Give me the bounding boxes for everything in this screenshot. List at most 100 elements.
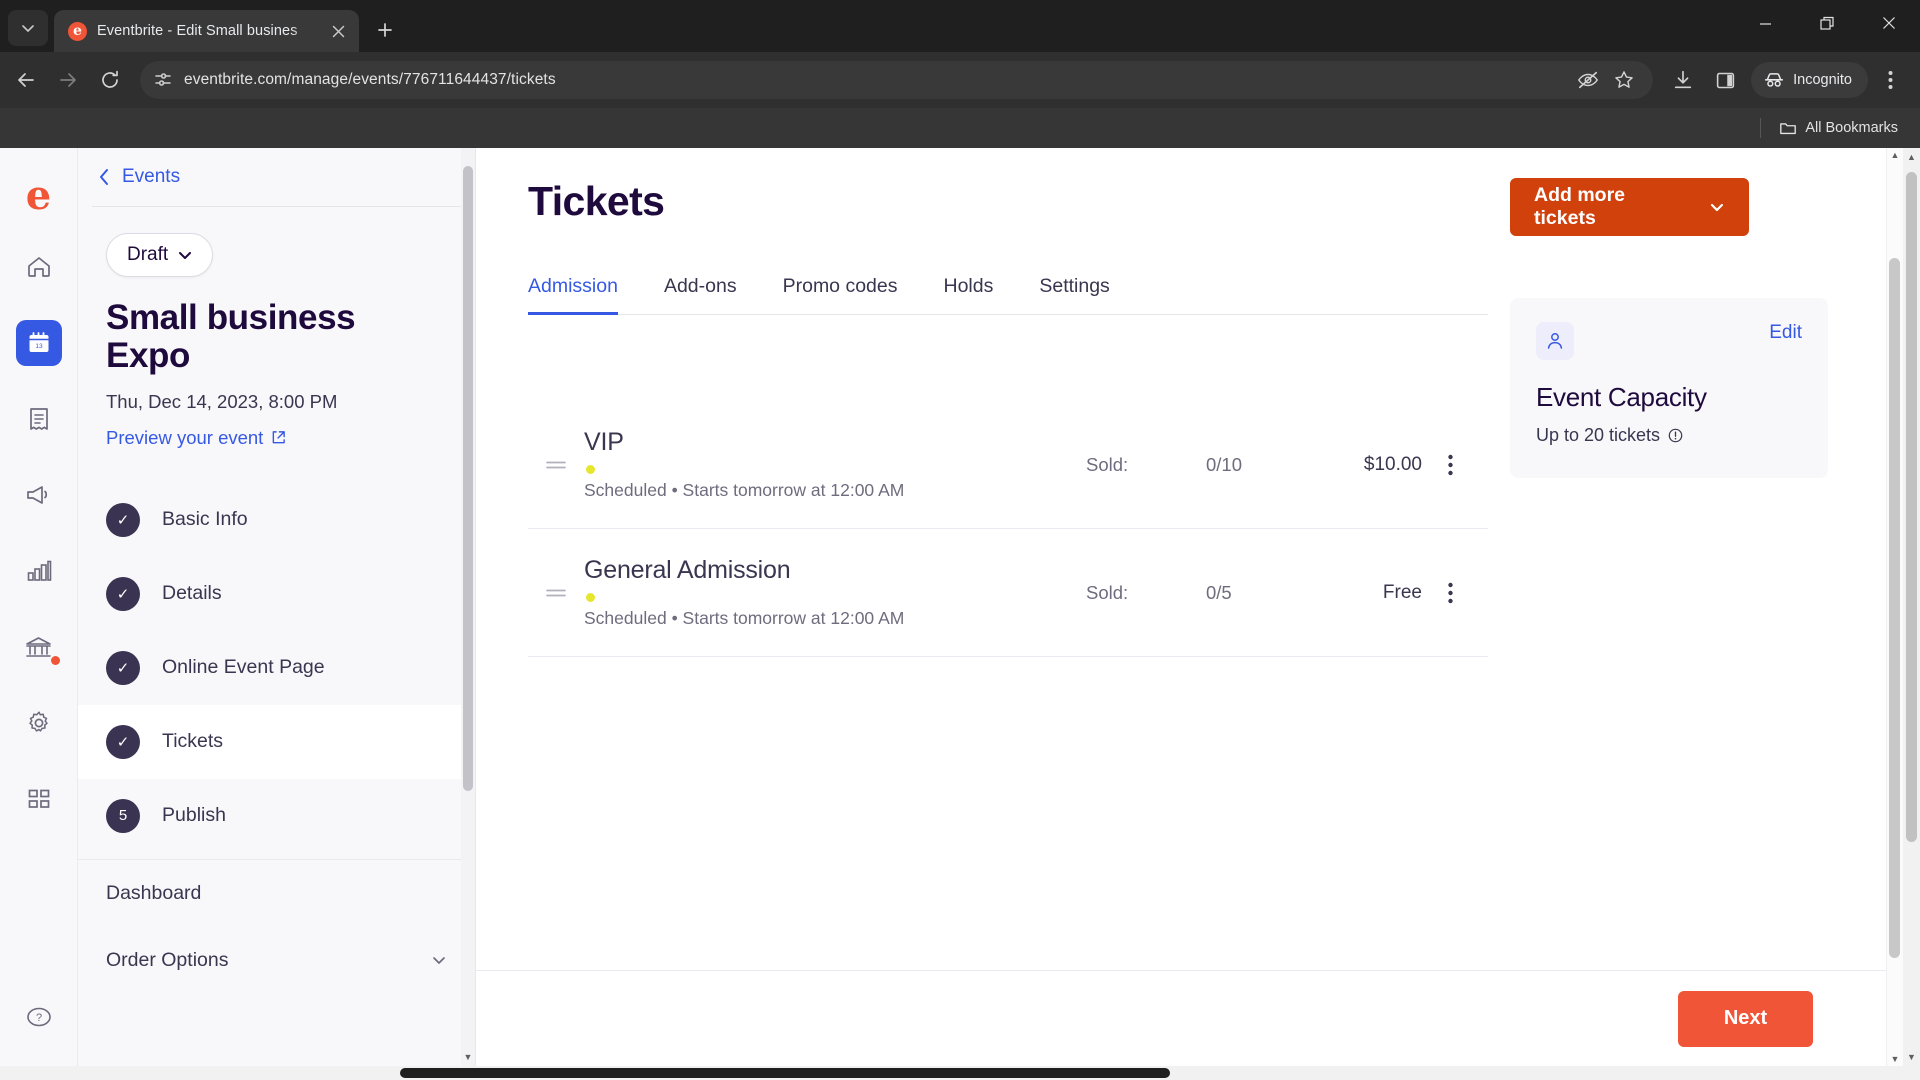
back-to-events-label: Events (122, 166, 181, 187)
page-scroll-up-arrow[interactable]: ▲ (1887, 150, 1903, 160)
eventbrite-favicon-icon: e (68, 21, 87, 41)
event-status-dropdown[interactable]: Draft (106, 233, 214, 277)
next-button[interactable]: Next (1678, 990, 1813, 1047)
close-icon (332, 25, 344, 37)
rail-item-finance[interactable] (16, 624, 62, 670)
sidebar-scrollbar-thumb[interactable] (463, 166, 473, 791)
drag-handle-icon (546, 589, 566, 596)
rail-item-events[interactable]: 13 (15, 320, 62, 366)
rail-item-settings[interactable] (16, 700, 62, 746)
step-publish[interactable]: 5 Publish (78, 779, 475, 853)
incognito-hat-icon (1765, 73, 1784, 87)
ticket-price: $10.00 (1363, 453, 1422, 475)
ticket-actions-menu[interactable] (1422, 582, 1478, 604)
browser-scrollbar[interactable]: ▲ ▼ (1903, 148, 1920, 1066)
rail-item-home[interactable] (16, 244, 62, 290)
browser-tab[interactable]: e Eventbrite - Edit Small busines (54, 10, 359, 52)
chevron-down-icon (1710, 203, 1724, 212)
downloads-button[interactable] (1663, 60, 1703, 100)
step-basic-info[interactable]: ✓ Basic Info (78, 483, 475, 557)
rail-item-marketing[interactable] (16, 472, 62, 518)
forward-arrow-icon (60, 73, 76, 87)
tickets-column: Tickets Admission Add-ons Promo codes Ho… (528, 178, 1488, 970)
sidebar-link-label: Dashboard (106, 881, 202, 904)
table-row[interactable]: VIP Scheduled • Starts tomorrow at 12:00… (528, 401, 1488, 529)
sidebar-scrollbar[interactable]: ▼ (461, 148, 475, 1066)
horizontal-scrollbar[interactable] (0, 1066, 1920, 1080)
sidebar-item-dashboard[interactable]: Dashboard (78, 860, 475, 927)
bookmarks-bar: All Bookmarks (0, 108, 1920, 148)
new-tab-button[interactable] (367, 12, 403, 48)
rail-item-apps[interactable] (16, 776, 62, 822)
drag-handle-icon[interactable] (528, 458, 584, 472)
step-badge: ✓ (106, 724, 140, 759)
tracking-protection-button[interactable] (1573, 65, 1603, 95)
ticket-name: General Admission (584, 556, 791, 584)
step-label: Publish (162, 804, 226, 827)
ticket-sold-label: Sold: (1086, 453, 1129, 475)
horizontal-scrollbar-thumb[interactable] (400, 1068, 1170, 1078)
sidebar-body: Draft Small business Expo Thu, Dec 14, 2… (78, 207, 475, 994)
address-bar[interactable]: eventbrite.com/manage/events/77671164443… (140, 61, 1654, 99)
edit-capacity-link[interactable]: Edit (1769, 322, 1802, 344)
plus-icon (378, 23, 392, 37)
page-scrollbar-thumb[interactable] (1889, 258, 1900, 958)
window-controls (1734, 0, 1920, 46)
orders-receipt-icon (29, 408, 48, 430)
gear-icon (28, 711, 48, 732)
eventbrite-logo-icon[interactable]: e (17, 174, 61, 218)
browser-menu-button[interactable] (1870, 60, 1910, 100)
site-settings-icon (155, 73, 171, 86)
step-details[interactable]: ✓ Details (78, 557, 475, 631)
step-badge: ✓ (106, 576, 140, 611)
page-scroll-down-arrow[interactable]: ▼ (1887, 1054, 1903, 1064)
tab-search-button[interactable] (8, 10, 48, 46)
tab-add-ons[interactable]: Add-ons (664, 275, 737, 314)
capacity-card-header: Edit (1536, 322, 1802, 360)
all-bookmarks-button[interactable]: All Bookmarks (1771, 114, 1906, 142)
table-row[interactable]: General Admission Scheduled • Starts tom… (528, 529, 1488, 657)
back-button[interactable] (6, 60, 46, 100)
page-footer: Next (476, 970, 1903, 1066)
bar-chart-icon (27, 560, 51, 581)
tab-close-button[interactable] (327, 20, 349, 42)
tab-admission[interactable]: Admission (528, 275, 618, 315)
drag-handle-icon[interactable] (528, 586, 584, 600)
add-more-tickets-button[interactable]: Add more tickets (1510, 178, 1749, 236)
bookmarks-divider (1760, 118, 1762, 138)
ticket-info: General Admission Scheduled • Starts tom… (584, 556, 1086, 629)
browser-scrollbar-thumb[interactable] (1906, 172, 1917, 842)
capacity-title: Event Capacity (1536, 382, 1707, 412)
preview-event-link[interactable]: Preview your event (106, 427, 286, 449)
ticket-sold-count: 0/10 (1206, 453, 1243, 475)
incognito-profile-chip[interactable]: Incognito (1751, 62, 1868, 98)
chevron-down-icon (179, 252, 192, 259)
step-tickets[interactable]: ✓ Tickets (78, 704, 475, 779)
megaphone-icon (27, 486, 48, 504)
tab-holds[interactable]: Holds (943, 275, 993, 314)
minimize-button[interactable] (1734, 0, 1796, 46)
download-icon (1674, 70, 1692, 89)
rail-item-reports[interactable] (16, 548, 62, 594)
back-to-events-link[interactable]: Events (78, 162, 475, 206)
rail-item-orders[interactable] (16, 396, 62, 442)
sidebar-item-order-options[interactable]: Order Options (78, 927, 475, 994)
maximize-button[interactable] (1796, 0, 1858, 46)
reload-icon (102, 70, 118, 88)
ticket-actions-menu[interactable] (1422, 454, 1478, 476)
reload-button[interactable] (90, 60, 130, 100)
event-date: Thu, Dec 14, 2023, 8:00 PM (106, 390, 338, 412)
tab-settings[interactable]: Settings (1039, 275, 1109, 314)
close-window-button[interactable] (1858, 0, 1920, 46)
sidebar-scroll-down-arrow[interactable]: ▼ (462, 1052, 474, 1062)
side-panel-button[interactable] (1705, 60, 1745, 100)
page-scrollbar[interactable]: ▲ ▼ (1886, 148, 1903, 1066)
browser-scroll-up-arrow[interactable]: ▲ (1903, 152, 1920, 162)
rail-item-help[interactable]: ? (16, 994, 62, 1040)
forward-button[interactable] (48, 60, 88, 100)
capacity-subtitle: Up to 20 tickets (1536, 425, 1661, 445)
tab-promo-codes[interactable]: Promo codes (783, 275, 898, 314)
step-online-event-page[interactable]: ✓ Online Event Page (78, 631, 475, 705)
browser-scroll-down-arrow[interactable]: ▼ (1903, 1052, 1920, 1062)
bookmark-star-button[interactable] (1609, 65, 1639, 95)
